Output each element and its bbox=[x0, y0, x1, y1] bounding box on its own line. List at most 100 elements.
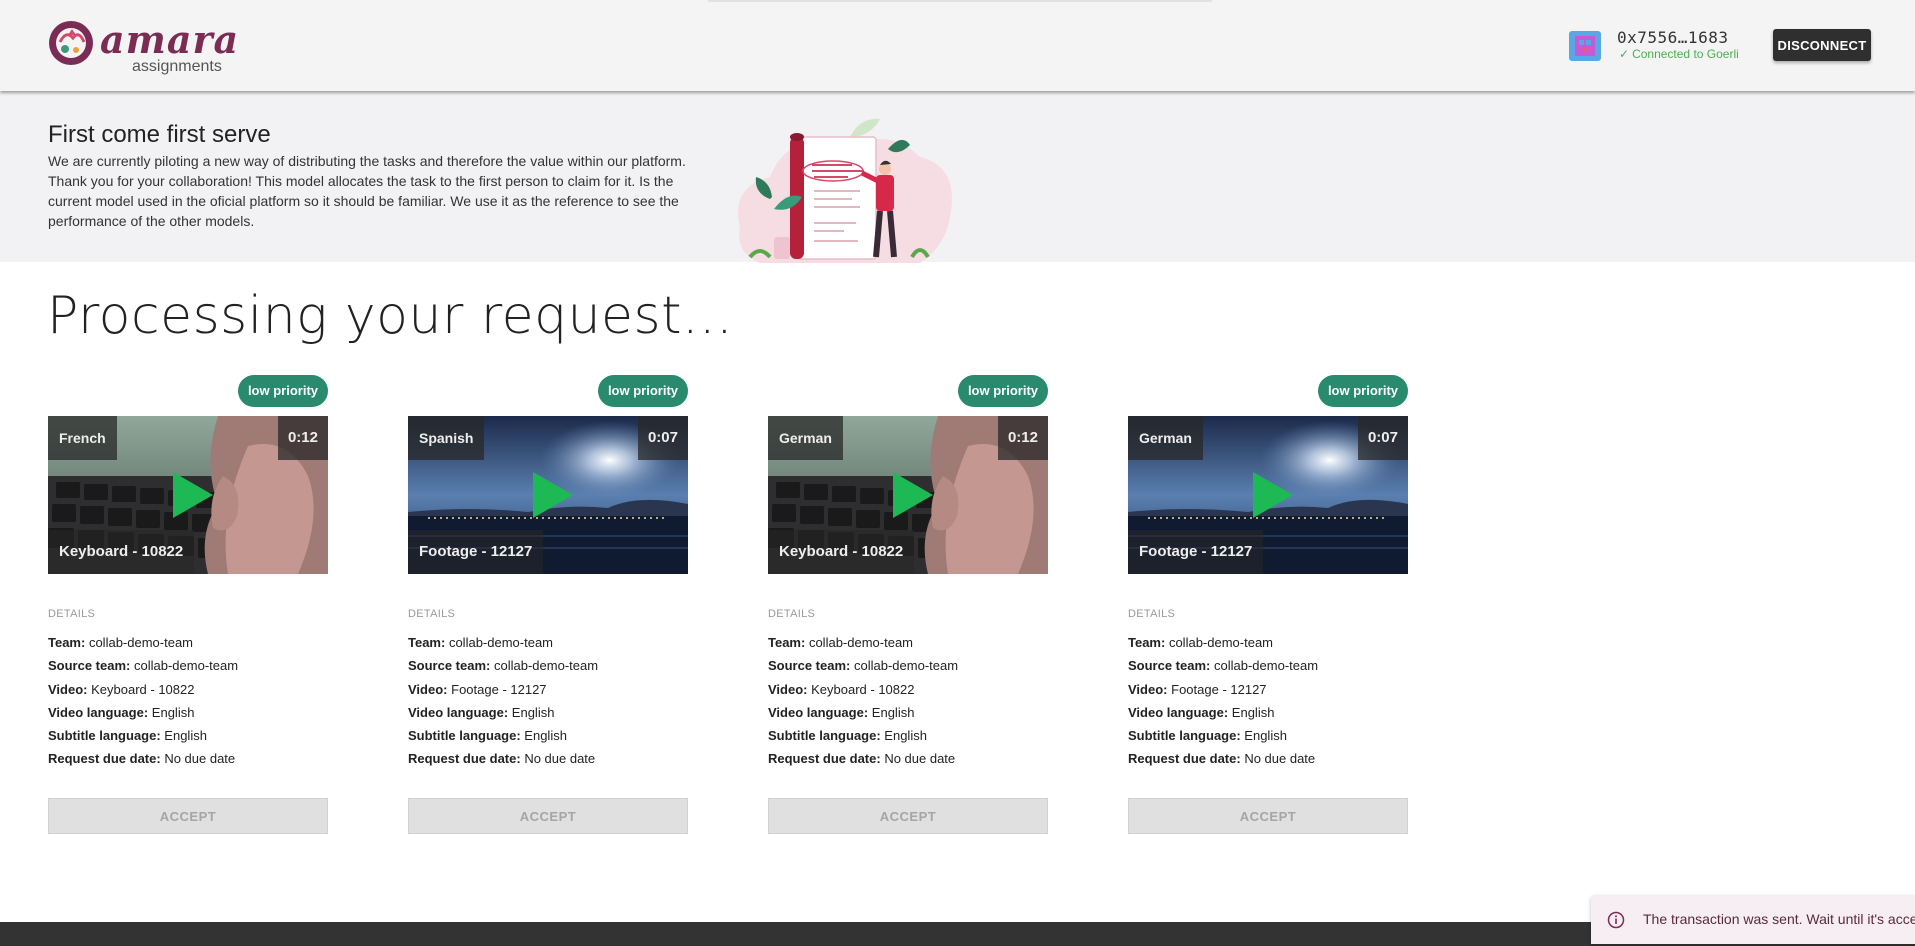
video-thumbnail[interactable]: German 0:07 Footage - 12127 bbox=[1128, 416, 1408, 574]
duration-label: 0:07 bbox=[1357, 416, 1408, 460]
accept-button[interactable]: ACCEPT bbox=[1128, 798, 1408, 834]
detail-value: English bbox=[1244, 728, 1287, 744]
detail-value: collab-demo-team bbox=[1168, 635, 1273, 650]
details-caption: DETAILS bbox=[768, 608, 816, 620]
play-icon[interactable] bbox=[533, 472, 573, 518]
presentation-illustration bbox=[738, 118, 952, 263]
detail-label: Team: bbox=[1128, 635, 1166, 650]
task-card: low priority German 0:07 Footage - 12127… bbox=[1128, 375, 1408, 835]
detail-label: Video: bbox=[1128, 681, 1168, 697]
detail-team: Team: collab-demo-team bbox=[408, 631, 708, 654]
language-label: Spanish bbox=[408, 416, 485, 460]
detail-label: Request due date: bbox=[768, 751, 881, 767]
notification-toast[interactable]: The transaction was sent. Wait until it'… bbox=[1591, 896, 1915, 944]
detail-label: Video language: bbox=[48, 704, 149, 720]
task-card: low priority Spanish 0:07 Footage - 1212… bbox=[408, 375, 688, 835]
detail-source-team: Source team: collab-demo-team bbox=[768, 654, 1068, 677]
task-card: low priority German 0:12 Keyboard - 1082… bbox=[768, 375, 1048, 835]
detail-value: Footage - 12127 bbox=[1171, 681, 1267, 697]
info-icon bbox=[1607, 911, 1625, 929]
detail-source-team: Source team: collab-demo-team bbox=[48, 654, 348, 677]
detail-due-date: Request due date: No due date bbox=[768, 747, 1068, 770]
detail-label: Video: bbox=[768, 681, 808, 697]
priority-badge: low priority bbox=[957, 375, 1048, 407]
detail-label: Source team: bbox=[768, 658, 851, 674]
detail-subtitle-language: Subtitle language: English bbox=[768, 724, 1068, 747]
video-thumbnail[interactable]: French 0:12 Keyboard - 10822 bbox=[48, 416, 328, 574]
video-thumbnail[interactable]: German 0:12 Keyboard - 10822 bbox=[768, 416, 1048, 574]
detail-label: Video: bbox=[408, 681, 448, 697]
top-strip bbox=[708, 0, 1212, 2]
detail-video: Video: Footage - 12127 bbox=[408, 678, 708, 701]
detail-value: English bbox=[151, 704, 195, 720]
detail-value: English bbox=[524, 728, 567, 744]
amara-logo[interactable]: amara assignments bbox=[48, 18, 248, 78]
priority-badge: low priority bbox=[1317, 375, 1408, 407]
detail-label: Video language: bbox=[408, 704, 509, 720]
duration-label: 0:12 bbox=[997, 416, 1048, 460]
details-list: Team: collab-demo-team Source team: coll… bbox=[768, 631, 1068, 771]
detail-label: Subtitle language: bbox=[1128, 728, 1241, 744]
priority-badge: low priority bbox=[237, 375, 328, 407]
play-icon[interactable] bbox=[893, 472, 933, 518]
detail-video-language: Video language: English bbox=[408, 701, 708, 724]
wallet-address: 0x7556…1683 bbox=[1617, 28, 1729, 47]
toast-message: The transaction was sent. Wait until it'… bbox=[1643, 911, 1915, 927]
play-icon[interactable] bbox=[173, 472, 213, 518]
detail-label: Request due date: bbox=[1128, 751, 1241, 767]
detail-source-team: Source team: collab-demo-team bbox=[1128, 654, 1428, 677]
detail-label: Subtitle language: bbox=[48, 728, 161, 744]
disconnect-button[interactable]: DISCONNECT bbox=[1773, 29, 1871, 61]
detail-subtitle-language: Subtitle language: English bbox=[48, 724, 348, 747]
details-caption: DETAILS bbox=[48, 608, 96, 620]
details-list: Team: collab-demo-team Source team: coll… bbox=[408, 631, 708, 771]
detail-value: collab-demo-team bbox=[854, 658, 959, 674]
detail-due-date: Request due date: No due date bbox=[48, 747, 348, 770]
detail-video: Video: Footage - 12127 bbox=[1128, 678, 1428, 701]
detail-label: Request due date: bbox=[48, 751, 161, 767]
app-header: amara assignments 0x7556…1683 ✓ Connected… bbox=[0, 0, 1915, 91]
detail-video-language: Video language: English bbox=[1128, 701, 1428, 724]
language-label: German bbox=[768, 416, 843, 460]
detail-video-language: Video language: English bbox=[768, 701, 1068, 724]
duration-label: 0:07 bbox=[637, 416, 688, 460]
task-card: low priority French 0:12 Keyboard - 1082… bbox=[48, 375, 328, 835]
detail-value: English bbox=[164, 728, 207, 744]
video-title: Footage - 12127 bbox=[1128, 530, 1264, 574]
detail-label: Request due date: bbox=[408, 751, 521, 767]
detail-team: Team: collab-demo-team bbox=[48, 631, 348, 654]
accept-button[interactable]: ACCEPT bbox=[768, 798, 1048, 834]
detail-due-date: Request due date: No due date bbox=[1128, 747, 1428, 770]
detail-value: collab-demo-team bbox=[1214, 658, 1319, 674]
detail-value: Footage - 12127 bbox=[451, 681, 547, 697]
wallet-status-text: Connected to Goerli bbox=[1632, 47, 1739, 61]
detail-value: No due date bbox=[884, 751, 956, 767]
wallet-avatar bbox=[1569, 31, 1601, 61]
video-title: Footage - 12127 bbox=[408, 530, 544, 574]
detail-label: Source team: bbox=[1128, 658, 1211, 674]
amara-logo-icon bbox=[49, 21, 93, 65]
language-label: German bbox=[1128, 416, 1203, 460]
wallet-status: ✓ Connected to Goerli bbox=[1619, 47, 1739, 61]
play-icon[interactable] bbox=[1253, 472, 1293, 518]
detail-team: Team: collab-demo-team bbox=[1128, 631, 1428, 654]
detail-subtitle-language: Subtitle language: English bbox=[408, 724, 708, 747]
page-title: Processing your request... bbox=[47, 286, 734, 346]
detail-label: Video language: bbox=[1128, 704, 1229, 720]
detail-value: English bbox=[871, 704, 915, 720]
detail-label: Team: bbox=[768, 635, 806, 650]
detail-label: Team: bbox=[48, 635, 86, 650]
detail-label: Video: bbox=[48, 681, 88, 697]
logo-wordmark: amara bbox=[100, 17, 240, 62]
detail-value: collab-demo-team bbox=[448, 635, 553, 650]
detail-value: English bbox=[511, 704, 555, 720]
accept-button[interactable]: ACCEPT bbox=[48, 798, 328, 834]
accept-button[interactable]: ACCEPT bbox=[408, 798, 688, 834]
details-caption: DETAILS bbox=[408, 608, 456, 620]
detail-video: Video: Keyboard - 10822 bbox=[768, 678, 1068, 701]
video-thumbnail[interactable]: Spanish 0:07 Footage - 12127 bbox=[408, 416, 688, 574]
priority-badge: low priority bbox=[597, 375, 688, 407]
detail-value: collab-demo-team bbox=[88, 635, 193, 650]
video-title: Keyboard - 10822 bbox=[48, 530, 195, 574]
detail-label: Video language: bbox=[768, 704, 869, 720]
